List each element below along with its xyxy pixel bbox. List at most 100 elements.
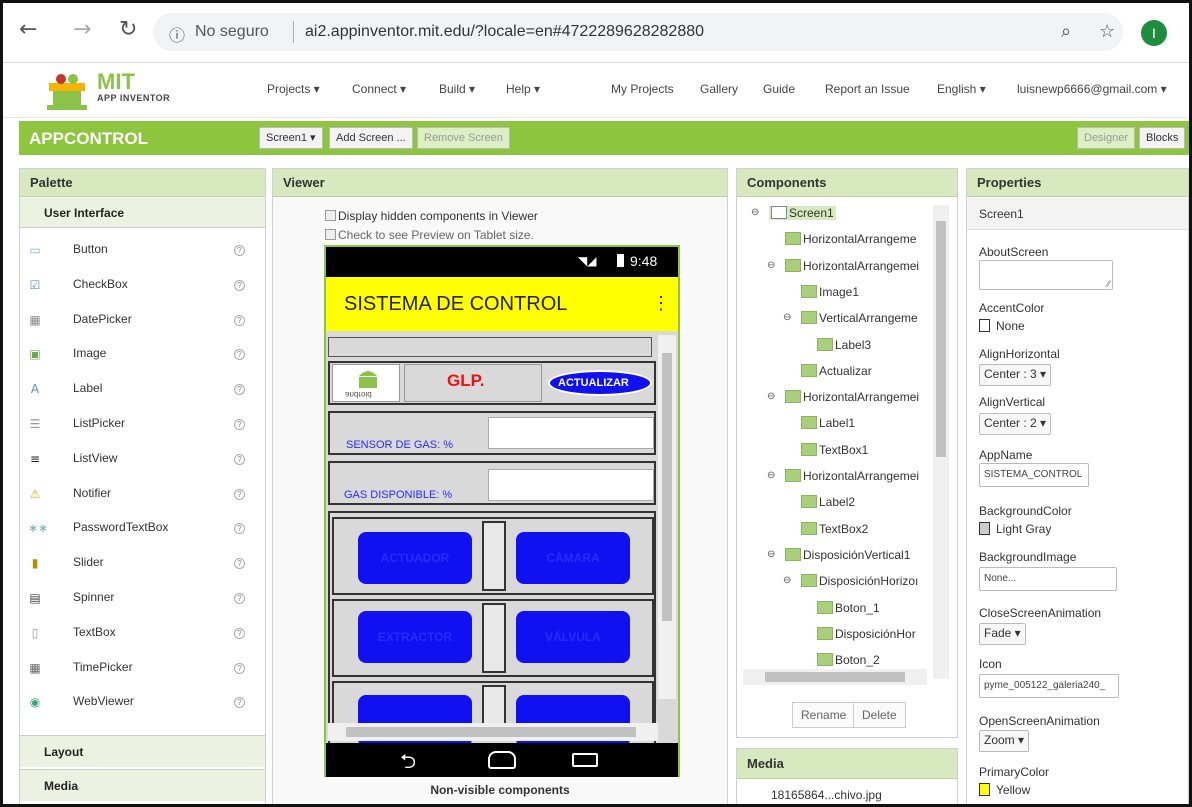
profile-avatar[interactable]: I [1141,20,1167,46]
tree-node[interactable]: Actualizar [801,363,872,378]
textbox2[interactable] [488,469,654,501]
tree-node[interactable]: TextBox2 [801,521,868,536]
align-horizontal-select[interactable]: Center : 3 ▾ [979,364,1052,386]
palette-item-spinner[interactable]: ▤ Spinner? [20,581,265,616]
accent-color-picker[interactable]: None [979,319,1025,333]
palette-item-listpicker[interactable]: ☰ ListPicker? [20,407,265,442]
back-icon[interactable]: ← [19,17,37,42]
tree-node[interactable]: TextBox1 [801,442,868,457]
menu-help[interactable]: Help ▾ [506,82,540,96]
resize-handle-icon[interactable]: ⁄⁄ [1107,279,1110,289]
background-color-picker[interactable]: Light Gray [979,522,1051,536]
palette-item-button[interactable]: ▭ Button? [20,233,265,268]
reload-icon[interactable]: ↻ [119,17,137,42]
palette-item-passwordtextbox[interactable]: ∗∗ PasswordTextBox? [20,511,265,546]
boton-1-actuador[interactable]: ACTUADOR [358,532,472,584]
help-icon[interactable]: ? [234,488,245,500]
checkbox-box[interactable] [325,210,336,221]
info-icon[interactable]: ⓘ [169,22,185,46]
delete-button[interactable]: Delete [853,702,906,728]
link-my-projects[interactable]: My Projects [611,82,674,96]
link-gallery[interactable]: Gallery [700,82,738,96]
help-icon[interactable]: ? [234,314,245,326]
tree-node[interactable]: Label1 [801,416,855,430]
align-vertical-select[interactable]: Center : 2 ▾ [979,413,1052,435]
help-icon[interactable]: ? [234,419,245,430]
mit-logo[interactable]: MIT APP INVENTOR [43,69,183,113]
tree-node[interactable]: HorizontalArrangemei [785,390,919,404]
language-select[interactable]: English ▾ [937,82,986,96]
add-screen-button[interactable]: Add Screen ... [329,127,413,149]
close-animation-select[interactable]: Fade ▾ [979,623,1026,645]
palette-section-media[interactable]: Media [20,769,265,801]
primary-color-picker[interactable]: Yellow [979,783,1030,797]
tree-toggle-icon[interactable]: ⊖ [767,470,775,481]
actualizar-button[interactable]: ACTUALIZAR [548,370,652,396]
screen-select[interactable]: Screen1 ▾ [259,127,323,149]
palette-item-webviewer[interactable]: ◉ WebViewer? [20,685,265,720]
palette-item-image[interactable]: ▣ Image? [20,337,265,372]
tree-node[interactable]: DisposiciónHor [817,626,916,641]
tree-node[interactable]: Image1 [801,284,859,299]
open-animation-select[interactable]: Zoom ▾ [979,730,1030,752]
tree-vscrollbar-thumb[interactable] [936,221,946,457]
tree-node[interactable]: Boton_1 [817,600,880,615]
tree-node[interactable]: Label2 [801,495,855,509]
display-hidden-checkbox[interactable]: Display hidden components in Viewer [325,209,538,223]
help-icon[interactable]: ? [234,627,245,639]
help-icon[interactable]: ? [234,384,245,396]
tree-node[interactable]: HorizontalArrangemei [785,469,919,483]
url-text[interactable]: ai2.appinventor.mit.edu/?locale=en#47222… [305,23,704,41]
help-icon[interactable]: ? [234,697,245,709]
tree-node[interactable]: HorizontalArrangemei [785,258,919,273]
textbox1[interactable] [488,417,654,449]
image1[interactable]: android [332,364,400,402]
palette-item-checkbox[interactable]: ☑ CheckBox? [20,268,265,303]
tree-hscrollbar-thumb[interactable] [765,672,905,682]
accent-swatch[interactable] [979,319,990,332]
help-icon[interactable]: ? [234,558,245,570]
palette-item-listview[interactable]: ≡ ListView? [20,442,265,477]
designer-button[interactable]: Designer [1077,127,1136,149]
tree-toggle-icon[interactable]: ⊖ [767,391,775,402]
media-file[interactable]: 18165864...chivo.jpg [771,788,882,802]
tree-node[interactable]: VerticalArrangeme [801,311,918,325]
account-menu[interactable]: luisnewp6666@gmail.com ▾ [1017,82,1167,96]
remove-screen-button[interactable]: Remove Screen [417,127,510,149]
tree-hscrollbar[interactable] [743,669,927,685]
tree-node[interactable]: Label3 [817,337,871,352]
help-icon[interactable]: ? [234,453,245,465]
help-icon[interactable]: ? [234,523,245,535]
palette-item-slider[interactable]: ▮ Slider? [20,546,265,581]
address-bar[interactable]: ⓘ No seguro ai2.appinventor.mit.edu/?loc… [153,13,1123,51]
boton-4-valvula[interactable]: VÁLVULA [516,611,630,663]
help-icon[interactable]: ? [234,662,245,674]
menu-connect[interactable]: Connect ▾ [352,82,406,96]
palette-item-label[interactable]: A Label? [20,372,265,407]
tree-node[interactable]: Boton_2 [817,653,880,667]
bookmark-star-icon[interactable]: ☆ [1099,21,1115,42]
blocks-button[interactable]: Blocks [1139,127,1186,149]
palette-section-layout[interactable]: Layout [20,735,265,767]
app-name-input[interactable]: SISTEMA_CONTROL [979,463,1089,487]
forward-icon[interactable]: → [73,17,91,42]
boton-3-extractor[interactable]: EXTRACTOR [358,611,472,663]
tree-toggle-icon[interactable]: ⊖ [767,260,775,271]
link-report-issue[interactable]: Report an Issue [825,82,910,96]
horizontal-scrollbar[interactable] [328,723,658,741]
tree-toggle-icon[interactable]: ⊖ [783,575,791,586]
rename-button[interactable]: Rename [792,702,856,728]
tree-toggle-icon[interactable]: ⊖ [783,312,791,323]
zoom-icon[interactable]: ⌕ [1061,21,1071,42]
tree-node[interactable]: HorizontalArrangeme [785,232,916,246]
menu-projects[interactable]: Projects ▾ [267,82,320,96]
tree-node[interactable]: DisposiciónHorizoı [801,574,918,588]
primary-swatch[interactable] [979,783,990,796]
tree-toggle-icon[interactable]: ⊖ [751,207,759,218]
palette-item-textbox[interactable]: ▯ TextBox? [20,616,265,651]
tablet-preview-checkbox[interactable]: Check to see Preview on Tablet size. [325,228,534,242]
palette-item-datepicker[interactable]: ▦ DatePicker? [20,303,265,338]
icon-input[interactable]: pyme_005122_galeria240_ [979,674,1119,698]
help-icon[interactable]: ? [234,349,245,361]
background-image-input[interactable]: None... [979,567,1117,591]
